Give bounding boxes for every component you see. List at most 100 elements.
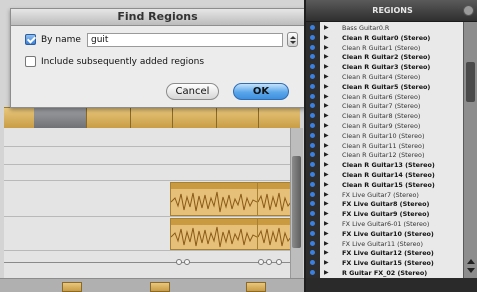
automation-breakpoint[interactable]: [258, 259, 264, 265]
region-list-item[interactable]: ▶ Clean R Guitar15 (Stereo): [310, 181, 463, 189]
region-name: FX Live Guitar11 (Stereo): [342, 239, 423, 248]
disclosure-triangle-icon[interactable]: ▶: [324, 24, 329, 32]
region-list-item[interactable]: ▶ Clean R Guitar2 (Stereo): [310, 53, 463, 61]
disclosure-triangle-icon[interactable]: ▶: [324, 102, 329, 110]
edit-vertical-scrollbar[interactable]: [290, 128, 303, 278]
regions-header[interactable]: REGIONS: [306, 0, 477, 22]
disclosure-triangle-icon[interactable]: ▶: [324, 269, 329, 277]
region-name: FX Live Guitar8 (Stereo): [342, 200, 430, 209]
disclosure-triangle-icon[interactable]: ▶: [324, 63, 329, 71]
region-indicator-dot-icon: [310, 83, 315, 89]
region-list-item[interactable]: ▶ Clean R Guitar8 (Stereo): [310, 112, 463, 121]
track-divider: [4, 146, 290, 147]
ok-button[interactable]: OK: [233, 83, 289, 100]
automation-breakpoint[interactable]: [184, 259, 190, 265]
region-list-item[interactable]: ▶ Clean R Guitar12 (Stereo): [310, 151, 463, 159]
regions-scrollbar[interactable]: [463, 22, 477, 278]
marker-tab[interactable]: [62, 282, 82, 292]
disclosure-triangle-icon[interactable]: ▶: [324, 53, 329, 61]
disclosure-triangle-icon[interactable]: ▶: [324, 151, 329, 159]
by-name-checkbox[interactable]: [25, 34, 36, 45]
region-indicator-dot-icon: [310, 25, 315, 30]
region-list-item[interactable]: ▶ FX Live Guitar15 (Stereo): [310, 259, 463, 267]
region-list-item[interactable]: ▶ FX Live Guitar11 (Stereo): [310, 239, 463, 248]
disclosure-triangle-icon[interactable]: ▶: [324, 200, 329, 208]
region-list-item[interactable]: ▶ Clean R Guitar1 (Stereo): [310, 44, 463, 52]
regions-list-panel: REGIONS ▶ Bass Guitar0.R ▶ Clean R Guitar0 …: [304, 0, 477, 292]
audio-region-clip[interactable]: [170, 218, 258, 250]
disclosure-triangle-icon[interactable]: ▶: [324, 230, 329, 238]
regions-menu-icon[interactable]: [463, 5, 474, 16]
region-list-item[interactable]: ▶ Clean R Guitar3 (Stereo): [310, 63, 463, 71]
disclosure-triangle-icon[interactable]: ▶: [324, 73, 329, 81]
region-list-item[interactable]: ▶ FX Live Guitar8 (Stereo): [310, 200, 463, 209]
disclosure-triangle-icon[interactable]: ▶: [324, 83, 329, 91]
marker-tab[interactable]: [150, 282, 170, 292]
disclosure-triangle-icon[interactable]: ▶: [324, 112, 329, 120]
region-list-item[interactable]: ▶ Clean R Guitar9 (Stereo): [310, 122, 463, 130]
timeline-selection-marker[interactable]: [34, 108, 86, 128]
region-list-item[interactable]: ▶ Clean R Guitar7 (Stereo): [310, 102, 463, 110]
search-input[interactable]: guit: [87, 33, 283, 47]
region-indicator-dot-icon: [310, 44, 315, 50]
track-playlist-area[interactable]: [4, 128, 292, 278]
region-list-item[interactable]: ▶ FX Live Guitar9 (Stereo): [310, 210, 463, 219]
automation-breakpoint[interactable]: [176, 259, 182, 265]
region-indicator-dot-icon: [310, 230, 315, 236]
include-new-regions-checkbox[interactable]: [25, 56, 36, 67]
region-name: Clean R Guitar8 (Stereo): [342, 112, 421, 121]
region-name: FX Live Guitar9 (Stereo): [342, 210, 430, 219]
automation-breakpoint[interactable]: [266, 259, 272, 265]
disclosure-triangle-icon[interactable]: ▶: [324, 93, 329, 101]
region-list-item[interactable]: ▶ FX Live Guitar10 (Stereo): [310, 230, 463, 238]
disclosure-triangle-icon[interactable]: ▶: [324, 249, 329, 257]
timeline-ruler[interactable]: [4, 107, 300, 129]
region-list-item[interactable]: ▶ Clean R Guitar14 (Stereo): [310, 171, 463, 179]
scroll-up-arrow-icon[interactable]: [467, 259, 475, 264]
disclosure-triangle-icon[interactable]: ▶: [324, 122, 329, 130]
scroll-down-arrow-icon[interactable]: [467, 268, 475, 273]
region-list-item[interactable]: ▶ FX Live Guitar12 (Stereo): [310, 249, 463, 258]
region-list-item[interactable]: ▶ R Guitar FX_02 (Stereo): [310, 269, 463, 277]
disclosure-triangle-icon[interactable]: ▶: [324, 132, 329, 140]
region-list-item[interactable]: ▶ Clean R Guitar11 (Stereo): [310, 142, 463, 150]
audio-region-clip[interactable]: [170, 182, 258, 216]
region-name: FX Live Guitar12 (Stereo): [342, 249, 434, 258]
disclosure-triangle-icon[interactable]: ▶: [324, 220, 329, 228]
region-indicator-dot-icon: [310, 123, 315, 128]
disclosure-triangle-icon[interactable]: ▶: [324, 191, 329, 199]
disclosure-triangle-icon[interactable]: ▶: [324, 259, 329, 267]
disclosure-triangle-icon[interactable]: ▶: [324, 210, 329, 218]
region-name: R Guitar FX_02 (Stereo): [342, 269, 428, 277]
region-list-item[interactable]: ▶ FX Live Guitar6-01 (Stereo): [310, 220, 463, 228]
region-list-item[interactable]: ▶ Clean R Guitar0 (Stereo): [310, 34, 463, 42]
ruler-tick: [86, 108, 87, 128]
region-list-item[interactable]: ▶ Clean R Guitar4 (Stereo): [310, 73, 463, 81]
cancel-button[interactable]: Cancel: [166, 83, 219, 100]
audio-region-clip[interactable]: [257, 218, 292, 250]
automation-line[interactable]: [4, 262, 290, 263]
automation-breakpoint[interactable]: [276, 259, 282, 265]
search-history-dropdown[interactable]: [287, 32, 298, 47]
disclosure-triangle-icon[interactable]: ▶: [324, 171, 329, 179]
region-list-item[interactable]: ▶ Clean R Guitar13 (Stereo): [310, 161, 463, 169]
region-list-item[interactable]: ▶ Clean R Guitar5 (Stereo): [310, 83, 463, 91]
region-name: Clean R Guitar14 (Stereo): [342, 171, 435, 179]
region-list-item[interactable]: ▶ FX Live Guitar7 (Stereo): [310, 190, 463, 199]
region-name: FX Live Guitar7 (Stereo): [342, 190, 419, 199]
scrollbar-thumb[interactable]: [466, 62, 475, 102]
scrollbar-thumb[interactable]: [292, 156, 301, 248]
disclosure-triangle-icon[interactable]: ▶: [324, 44, 329, 52]
disclosure-triangle-icon[interactable]: ▶: [324, 34, 329, 42]
disclosure-triangle-icon[interactable]: ▶: [324, 240, 329, 248]
disclosure-triangle-icon[interactable]: ▶: [324, 161, 329, 169]
region-list-item[interactable]: ▶ Clean R Guitar6 (Stereo): [310, 93, 463, 101]
dialog-title: Find Regions: [11, 9, 304, 26]
region-list-item[interactable]: ▶ Clean R Guitar10 (Stereo): [310, 132, 463, 140]
marker-tab[interactable]: [246, 282, 266, 292]
disclosure-triangle-icon[interactable]: ▶: [324, 142, 329, 150]
region-list-item[interactable]: ▶ Bass Guitar0.R: [310, 24, 463, 32]
disclosure-triangle-icon[interactable]: ▶: [324, 181, 329, 189]
audio-region-clip[interactable]: [257, 182, 292, 216]
region-indicator-dot-icon: [310, 221, 315, 226]
